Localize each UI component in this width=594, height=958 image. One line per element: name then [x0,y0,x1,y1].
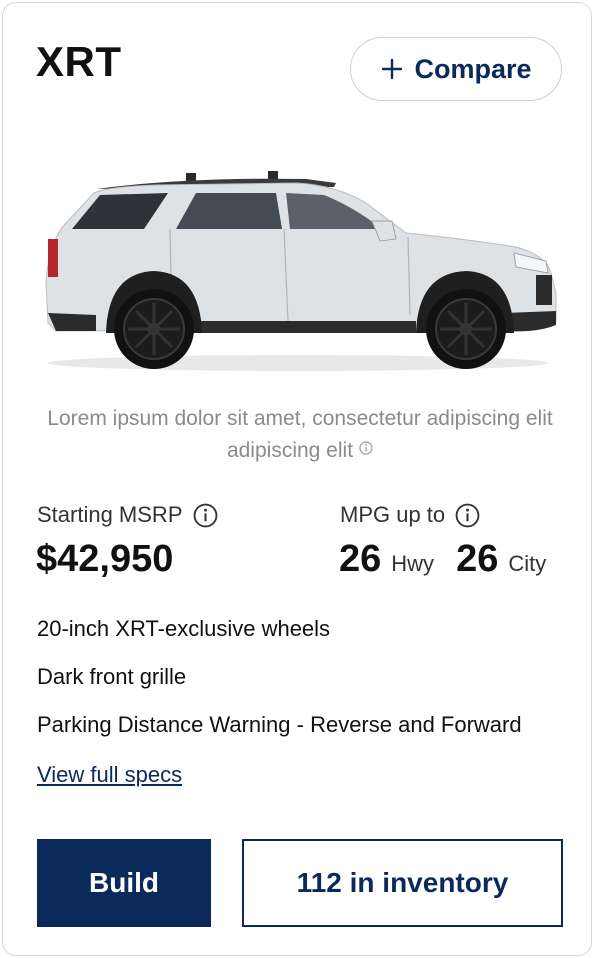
mpg-label: MPG up to [340,502,446,527]
feature-item: 20-inch XRT-exclusive wheels [37,616,331,641]
trim-description-text: Lorem ipsum dolor sit amet, consectetur … [47,407,553,462]
mpg-city-value: 26 [456,538,499,580]
inventory-button[interactable]: 112 in inventory [242,839,563,927]
trim-card: XRT Compare Lorem ipsum dolor sit amet, … [2,2,592,956]
mpg-values: 26 Hwy 26 City [339,536,546,582]
build-button[interactable]: Build [37,839,211,927]
mpg-hwy-value: 26 [339,538,382,580]
plus-icon [382,58,403,80]
info-icon[interactable] [193,503,218,528]
msrp-label: Starting MSRP [37,502,183,527]
suv-image [45,171,557,371]
feature-item: Dark front grille [37,664,187,689]
view-full-specs-link[interactable]: View full specs [37,761,182,789]
mpg-label-row: MPG up to [340,501,480,529]
compare-button[interactable]: Compare [350,37,562,101]
info-icon[interactable] [359,441,373,455]
compare-label: Compare [414,54,532,84]
trim-description: Lorem ipsum dolor sit amet, consectetur … [36,403,564,467]
feature-list: 20-inch XRT-exclusive wheels Dark front … [37,615,522,759]
mpg-hwy-unit: Hwy [391,551,435,576]
msrp-label-row: Starting MSRP [37,501,218,529]
trim-title: XRT [36,38,122,85]
feature-item: Parking Distance Warning - Reverse and F… [37,712,522,737]
mpg-city-unit: City [508,551,547,576]
msrp-value: $42,950 [36,538,174,580]
info-icon[interactable] [455,503,480,528]
